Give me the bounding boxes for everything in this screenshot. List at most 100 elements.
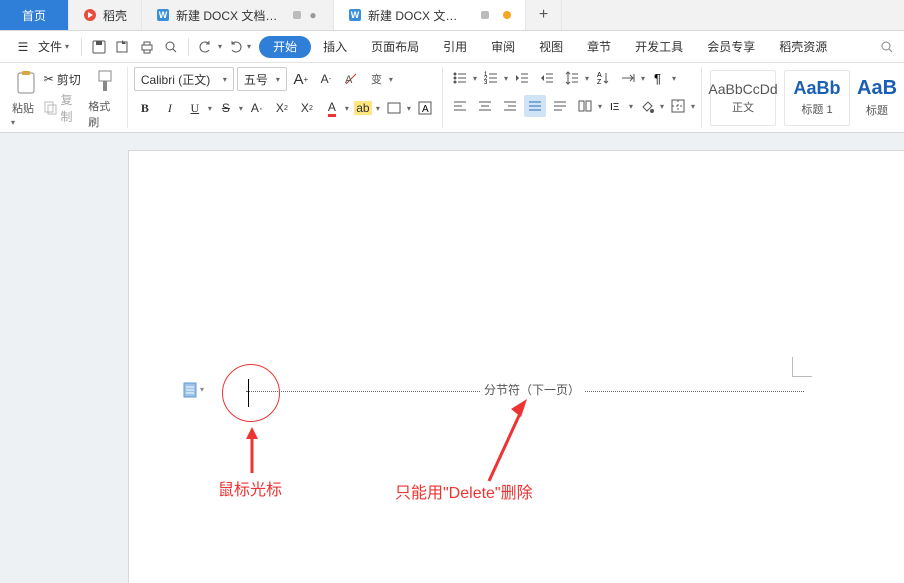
align-center-button[interactable] [474,95,496,117]
annotation-arrow-cursor [243,427,261,475]
ribbon: 粘贴 ▾ ✂剪切 复制 格式刷 Calibri (正文)▾ 五号▾ A+ A- … [0,63,904,133]
tab-start[interactable]: 开始 [259,36,311,58]
subscript-button[interactable]: X2 [296,97,318,119]
annotation-cursor-label: 鼠标光标 [218,476,282,500]
font-grow-button[interactable]: A+ [290,68,312,90]
ribbon-tabs: 开始 插入 页面布局 引用 审阅 视图 章节 开发工具 会员专享 稻壳资源 [259,31,839,63]
sort-button[interactable]: AZ [592,67,614,89]
tab-docer[interactable]: 稻壳 [69,0,142,30]
page-type-icon[interactable] [183,382,199,398]
tab-docer-res[interactable]: 稻壳资源 [767,31,839,63]
ribbon-styles-group: AaBbCcDd 正文 AaBb 标题 1 AaB 标题 [702,67,898,128]
print-button[interactable] [136,36,158,58]
highlight-button[interactable]: ab [352,97,374,119]
undo-button[interactable] [195,36,217,58]
tab-layout[interactable]: 页面布局 [359,31,431,63]
search-button[interactable] [876,36,898,58]
show-marks-button[interactable]: ¶ [648,67,670,89]
strike-button[interactable]: S [215,97,237,119]
tab-docer-label: 稻壳 [103,7,127,24]
annotation-circle [222,364,280,422]
annotation-arrow-delete [481,399,531,485]
font-color-button[interactable]: A [321,97,343,119]
file-menu-label: 文件 [38,38,62,55]
underline-button[interactable]: U [184,97,206,119]
phonetic-button[interactable]: 变 [365,68,387,90]
align-justify-button[interactable] [524,95,546,117]
tab-home[interactable]: 首页 [0,0,69,30]
tab-dev[interactable]: 开发工具 [623,31,695,63]
borders-button[interactable] [667,95,689,117]
tab-doc-2[interactable]: W 新建 DOCX 文档 (2).docx [334,0,526,30]
svg-text:A: A [597,72,602,79]
page-corner-mark [792,357,812,377]
cut-button[interactable]: ✂剪切 [44,71,85,88]
docer-icon [83,8,97,22]
tab-review[interactable]: 审阅 [479,31,527,63]
svg-text:IΞ: IΞ [610,102,620,113]
ribbon-font-group: Calibri (正文)▾ 五号▾ A+ A- A 变▾ B I U▾ S▾ A… [128,67,443,128]
bullet-list-button[interactable] [449,67,471,89]
fill-button[interactable] [636,95,658,117]
chevron-down-icon[interactable]: ▾ [200,385,204,394]
format-brush-button[interactable]: 格式刷 [88,66,121,130]
tab-ref[interactable]: 引用 [431,31,479,63]
align-left-button[interactable] [449,95,471,117]
superscript-button[interactable]: X2 [271,97,293,119]
hamburger-icon: ☰ [12,36,34,58]
tab-minimize-icon[interactable] [293,11,301,19]
tab-vip[interactable]: 会员专享 [695,31,767,63]
tab-add[interactable]: + [526,0,562,30]
tab-minimize-icon[interactable] [481,11,489,19]
style-heading-2[interactable]: AaB 标题 [858,70,896,126]
copy-button[interactable]: 复制 [44,91,85,125]
shading-button[interactable] [383,97,405,119]
save-button[interactable] [88,36,110,58]
tab-char-button[interactable] [617,67,639,89]
char-border-button[interactable]: A [414,97,436,119]
tab-insert[interactable]: 插入 [311,31,359,63]
indent-button[interactable] [536,67,558,89]
tab-view[interactable]: 视图 [527,31,575,63]
section-break-label: 分节符（下一页） [480,381,584,398]
tab-modified-dot-icon [503,11,511,19]
export-button[interactable] [112,36,134,58]
tab-chapter[interactable]: 章节 [575,31,623,63]
tab-doc-1-label: 新建 DOCX 文档.docx [176,7,279,24]
svg-text:变: 变 [371,72,382,86]
chevron-down-icon[interactable]: ▾ [218,42,222,51]
outdent-button[interactable] [511,67,533,89]
clear-format-button[interactable]: A [340,68,362,90]
chevron-down-icon[interactable]: ▾ [247,42,251,51]
italic-button[interactable]: I [159,97,181,119]
file-menu[interactable]: ☰ 文件 ▾ [6,36,75,58]
font-shrink-button[interactable]: A- [315,68,337,90]
linespace-button[interactable] [561,67,583,89]
ribbon-paragraph-group: ▾ 123▾ ▾ AZ ▾ ¶▾ ▾ IΞ▾ ▾ ▾ [443,67,702,128]
preview-button[interactable] [160,36,182,58]
word-doc-icon: W [156,8,170,22]
tab-doc-1[interactable]: W 新建 DOCX 文档.docx ● [142,0,334,30]
align-distribute-button[interactable] [549,95,571,117]
ribbon-clipboard-group: 粘贴 ▾ ✂剪切 复制 格式刷 [6,67,128,128]
font-size-select[interactable]: 五号▾ [237,67,287,91]
text-direction-button[interactable]: IΞ [605,95,627,117]
document-canvas: ▾ 分节符（下一页） 鼠标光标 只能用"Delete"删除 [0,133,904,583]
tab-close-icon[interactable]: ● [307,9,319,21]
style-normal[interactable]: AaBbCcDd 正文 [710,70,776,126]
svg-text:Z: Z [597,79,602,86]
copy-icon [44,101,58,115]
font-name-select[interactable]: Calibri (正文)▾ [134,67,234,91]
separator [81,38,82,56]
redo-button[interactable] [224,36,246,58]
paste-button[interactable]: 粘贴 ▾ [12,68,40,128]
svg-text:3: 3 [484,80,488,86]
style-heading-1[interactable]: AaBb 标题 1 [784,70,850,126]
numbered-list-button[interactable]: 123 [480,67,502,89]
align-right-button[interactable] [499,95,521,117]
columns-button[interactable] [574,95,596,117]
bold-button[interactable]: B [134,97,156,119]
quick-toolbar: ☰ 文件 ▾ ▾ ▾ 开始 插入 页面布局 引用 审阅 视图 章节 开发工具 会… [0,31,904,63]
emphasis-button[interactable]: A· [246,97,268,119]
svg-text:A: A [345,74,353,86]
